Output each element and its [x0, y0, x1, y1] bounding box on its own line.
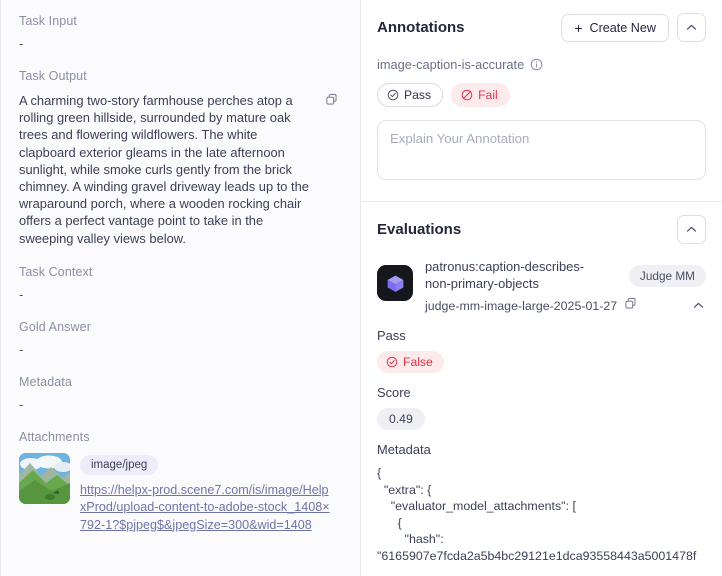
annotation-fail-button[interactable]: Fail [451, 83, 510, 107]
eval-pass-label: Pass [377, 328, 406, 343]
task-output-block: A charming two-story farmhouse perches a… [19, 92, 342, 247]
attachment-meta: image/jpeg https://helpx-prod.scene7.com… [80, 453, 332, 534]
field-task-context: Task Context - [19, 265, 342, 301]
annotations-title: Annotations [377, 19, 465, 36]
metadata-value: - [19, 396, 24, 412]
gold-answer-value: - [19, 341, 24, 357]
field-metadata: Metadata - [19, 375, 342, 411]
task-output-value: A charming two-story farmhouse perches a… [19, 93, 309, 246]
task-context-label: Task Context [19, 264, 93, 279]
cube-icon [387, 275, 403, 292]
annotations-collapse-button[interactable] [677, 13, 706, 42]
evaluator-model-row: judge-mm-image-large-2025-01-27 [425, 297, 636, 315]
no-entry-icon [461, 89, 473, 101]
attachment-mime-badge: image/jpeg [80, 454, 159, 475]
task-details-panel: Task Input - Task Output A charming two-… [0, 0, 361, 576]
eval-pass-value: False [403, 355, 433, 369]
evaluator-collapse-icon[interactable] [693, 296, 706, 314]
field-gold-answer: Gold Answer - [19, 320, 342, 356]
evaluations-section: Evaluations patronus:caption-describes-n… [361, 201, 722, 576]
annotation-explanation-input[interactable] [377, 120, 706, 180]
annotation-pass-button[interactable]: Pass [377, 83, 444, 107]
evaluator-right-group: Judge MM [628, 259, 706, 314]
annotation-review-screen: Task Input - Task Output A charming two-… [0, 0, 722, 576]
attachment-item: image/jpeg https://helpx-prod.scene7.com… [19, 452, 342, 534]
create-new-button[interactable]: + Create New [561, 13, 669, 42]
evaluations-title: Evaluations [377, 221, 462, 238]
eval-pass-value-badge: False [377, 351, 444, 373]
plus-icon: + [574, 19, 583, 36]
field-task-input: Task Input - [19, 14, 342, 50]
task-context-value: - [19, 286, 24, 302]
judge-badge: Judge MM [628, 265, 706, 287]
evaluations-collapse-button[interactable] [677, 215, 706, 244]
evaluator-name: patronus:caption-describes-non-primary-o… [425, 259, 585, 291]
eval-score-value-badge: 0.49 [377, 408, 425, 430]
evaluator-row: patronus:caption-describes-non-primary-o… [377, 259, 706, 315]
attachment-url-link[interactable]: https://helpx-prod.scene7.com/is/image/H… [80, 482, 332, 534]
attachment-thumbnail[interactable] [19, 452, 70, 504]
annotations-section: Annotations + Create New image-caption-i… [361, 0, 722, 201]
annotation-pass-label: Pass [404, 88, 432, 102]
info-icon[interactable] [530, 58, 543, 71]
check-circle-icon [387, 89, 399, 101]
annotation-verdict-group: Pass Fail [377, 83, 706, 107]
chevron-up-icon [686, 24, 697, 30]
evaluations-header: Evaluations [377, 215, 706, 244]
avatar [377, 265, 413, 301]
evaluator-model-name: judge-mm-image-large-2025-01-27 [425, 299, 618, 313]
task-input-label: Task Input [19, 14, 77, 28]
chevron-up-icon [693, 302, 704, 308]
criteria-row: image-caption-is-accurate [377, 57, 706, 72]
annotations-header: Annotations + Create New [377, 13, 706, 42]
criteria-name: image-caption-is-accurate [377, 57, 525, 72]
task-input-value: - [19, 36, 24, 51]
metadata-label: Metadata [19, 374, 72, 389]
create-new-label: Create New [589, 20, 657, 35]
check-circle-icon [386, 356, 398, 368]
field-attachments: Attachments image/jpeg https://helpx-pro… [19, 430, 342, 534]
evaluator-info: patronus:caption-describes-non-primary-o… [425, 259, 636, 315]
task-output-label: Task Output [19, 69, 87, 83]
annotation-fail-label: Fail [478, 88, 498, 102]
copy-icon[interactable] [325, 93, 338, 106]
chevron-up-icon [686, 226, 697, 232]
eval-metadata-label: Metadata [377, 442, 431, 457]
gold-answer-label: Gold Answer [19, 319, 91, 334]
field-task-output: Task Output A charming two-story farmhou… [19, 69, 342, 247]
review-sidebar: Annotations + Create New image-caption-i… [361, 0, 722, 576]
eval-score-label: Score [377, 385, 411, 400]
attachments-label: Attachments [19, 429, 90, 444]
eval-metadata-json: { "extra": { "evaluator_model_attachment… [377, 466, 697, 563]
